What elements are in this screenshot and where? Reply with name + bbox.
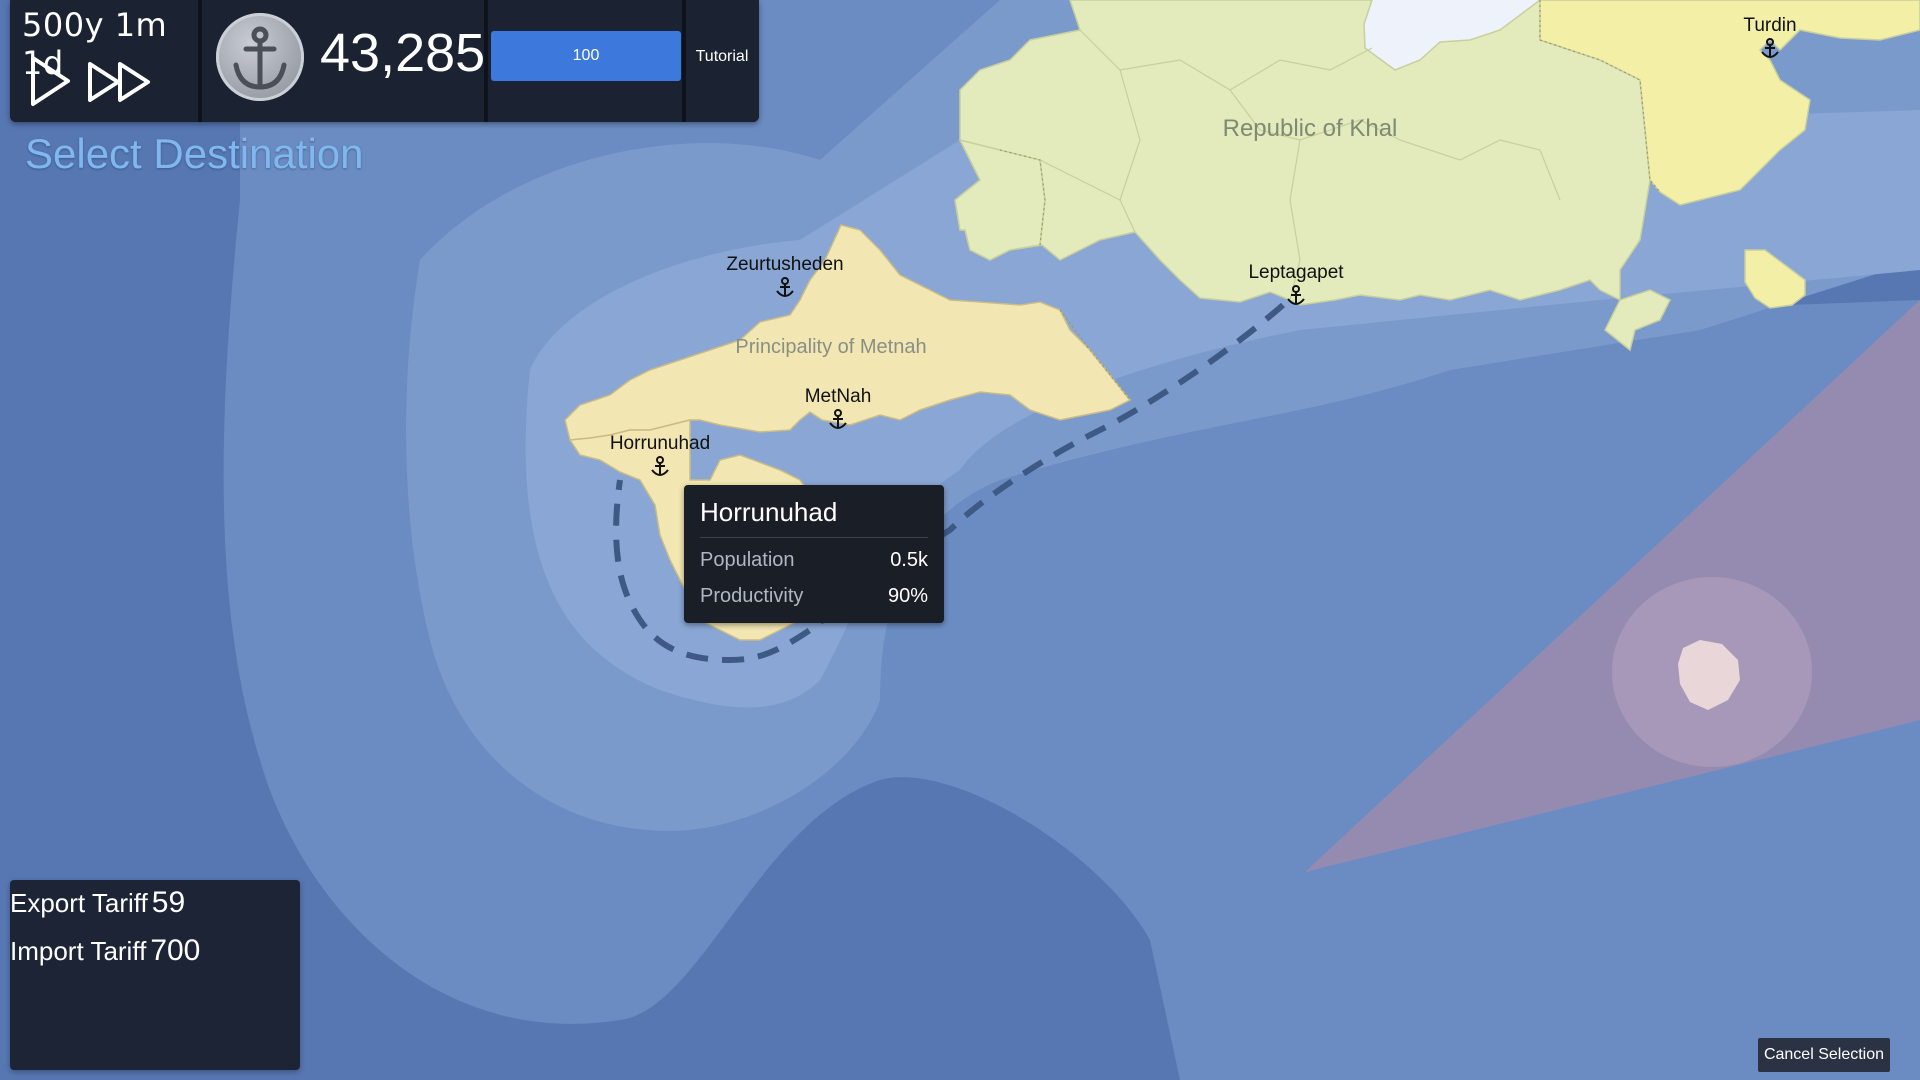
import-tariff-label: Import Tariff	[10, 936, 147, 966]
country-label-metnah: Principality of Metnah	[735, 336, 926, 358]
fast-forward-icon[interactable]	[86, 60, 158, 104]
play-icon[interactable]	[28, 54, 72, 108]
progress-section: 100	[488, 0, 682, 122]
tutorial-section: Tutorial	[686, 0, 759, 122]
productivity-value: 90%	[887, 585, 928, 607]
port-label: Zeurtusheden	[726, 254, 843, 275]
progress-value: 100	[572, 47, 600, 64]
import-tariff-value[interactable]: 700	[150, 934, 200, 967]
tooltip-divider	[700, 537, 928, 538]
port-label: MetNah	[805, 386, 872, 407]
country-khal-sw	[954, 138, 1046, 261]
port-label: Leptagapet	[1248, 262, 1344, 283]
population-value: 0.5k	[890, 549, 928, 571]
export-tariff-row: Export Tariff 59	[10, 886, 185, 920]
cancel-selection-button[interactable]: Cancel Selection	[1758, 1038, 1890, 1072]
port-label: Horrunuhad	[610, 433, 710, 454]
export-tariff-label: Export Tariff	[10, 888, 148, 918]
export-tariff-value[interactable]: 59	[152, 886, 185, 919]
port-tooltip: Horrunuhad Population 0.5k Productivity …	[684, 485, 944, 623]
progress-bar[interactable]: 100	[491, 31, 681, 81]
country-label-khal: Republic of Khal	[1223, 115, 1398, 142]
time-controls: 500y 1m 1d	[10, 0, 198, 122]
tooltip-title: Horrunuhad	[700, 497, 838, 527]
productivity-label: Productivity	[700, 585, 804, 607]
port-label: Turdin	[1743, 15, 1796, 36]
top-bar: 500y 1m 1d 43,285 100 Tutorial	[10, 0, 759, 122]
treasury: 43,285	[202, 0, 486, 122]
anchor-icon	[216, 13, 304, 101]
mode-title: Select Destination	[25, 130, 364, 177]
import-tariff-row: Import Tariff 700	[10, 934, 200, 968]
tariff-panel: Export Tariff 59 Import Tariff 700	[10, 880, 300, 1070]
tutorial-button[interactable]: Tutorial	[686, 0, 758, 122]
population-label: Population	[700, 549, 795, 571]
money-amount: 43,285	[320, 23, 486, 83]
